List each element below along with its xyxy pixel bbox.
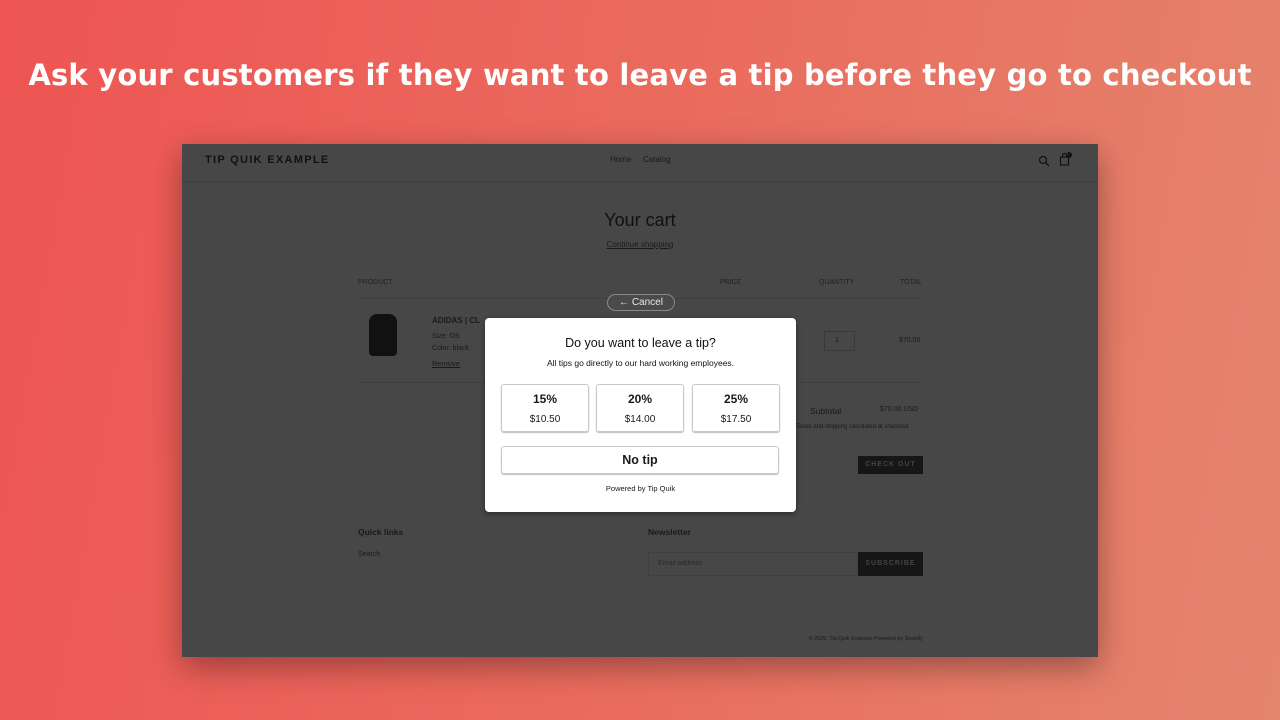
product-name[interactable]: ADIDAS | CL bbox=[432, 316, 480, 325]
newsletter-heading: Newsletter bbox=[648, 527, 691, 537]
tip-option-20[interactable]: 20% $14.00 bbox=[596, 384, 684, 432]
store-screenshot: TIP QUIK EXAMPLE Home Catalog 1 Your car… bbox=[182, 144, 1098, 657]
product-size: Size: OS bbox=[432, 333, 460, 340]
cart-count: 1 bbox=[1066, 151, 1069, 157]
subscribe-button[interactable]: SUBSCRIBE bbox=[858, 552, 923, 576]
tip-percent: 20% bbox=[627, 392, 653, 406]
subtotal-label: Subtotal bbox=[810, 406, 842, 416]
product-image[interactable] bbox=[369, 314, 397, 356]
tax-note: Taxes and shipping calculated at checkou… bbox=[796, 424, 909, 430]
email-input[interactable]: Email address bbox=[648, 552, 858, 576]
nav-home[interactable]: Home bbox=[610, 155, 631, 164]
nav-catalog[interactable]: Catalog bbox=[643, 155, 671, 164]
store-logo[interactable]: TIP QUIK EXAMPLE bbox=[205, 154, 330, 166]
tip-percent: 25% bbox=[723, 392, 749, 406]
powered-by: Powered by Tip Quik bbox=[605, 484, 676, 493]
headline: Ask your customers if they want to leave… bbox=[28, 58, 1252, 92]
remove-link[interactable]: Remove bbox=[432, 359, 460, 368]
subtotal-value: $70.00 USD bbox=[880, 406, 919, 413]
header-price: PRICE bbox=[720, 279, 742, 286]
tip-amount: $17.50 bbox=[720, 414, 752, 425]
tip-modal: Do you want to leave a tip? All tips go … bbox=[485, 318, 796, 512]
checkout-button[interactable]: CHECK OUT bbox=[858, 456, 923, 474]
copyright: © 2020, Tip Quik Example Powered by Shop… bbox=[808, 636, 923, 642]
tip-option-15[interactable]: 15% $10.50 bbox=[501, 384, 589, 432]
header-quantity: QUANTITY bbox=[819, 279, 855, 286]
modal-title: Do you want to leave a tip? bbox=[565, 336, 716, 350]
cart-title: Your cart bbox=[604, 210, 676, 230]
continue-shopping-link[interactable]: Continue shopping bbox=[182, 240, 1098, 249]
quick-links-heading: Quick links bbox=[358, 527, 404, 537]
tip-amount: $10.50 bbox=[529, 414, 561, 425]
cancel-button[interactable]: ← Cancel bbox=[607, 294, 675, 311]
header-total: TOTAL bbox=[900, 279, 922, 286]
footer-search-link[interactable]: Search bbox=[358, 551, 380, 558]
product-color: Color: black bbox=[432, 345, 469, 352]
tip-option-25[interactable]: 25% $17.50 bbox=[692, 384, 780, 432]
tip-percent: 15% bbox=[532, 392, 558, 406]
modal-subtitle: All tips go directly to our hard working… bbox=[546, 358, 735, 368]
header-divider bbox=[182, 181, 1098, 182]
tip-amount: $14.00 bbox=[624, 414, 656, 425]
continue-shopping-label: Continue shopping bbox=[606, 240, 674, 249]
item-total: $70.00 bbox=[899, 337, 921, 344]
no-tip-button[interactable]: No tip bbox=[501, 446, 779, 474]
search-icon[interactable] bbox=[1038, 155, 1050, 167]
header-product: PRODUCT bbox=[358, 279, 393, 286]
quantity-input[interactable]: 1 bbox=[824, 331, 855, 351]
